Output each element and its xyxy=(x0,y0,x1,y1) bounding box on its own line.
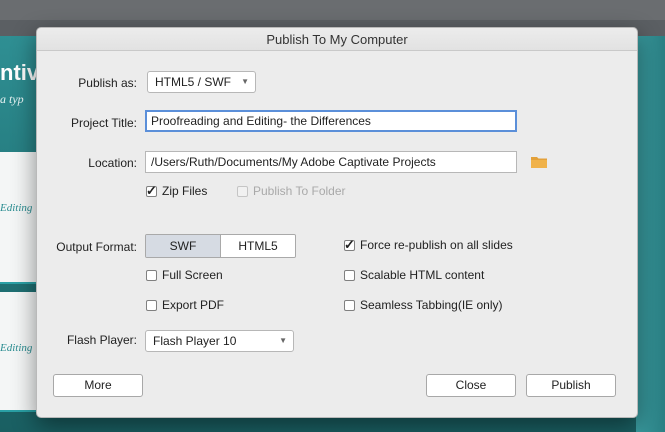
flash-player-label: Flash Player: xyxy=(66,333,137,347)
background-thumbnail-caption: Editing xyxy=(0,202,33,214)
checkbox-box xyxy=(237,186,248,197)
output-format-toggle: SWF HTML5 xyxy=(145,234,296,258)
background-right-panel xyxy=(636,36,665,432)
background-slide-title: ntiv xyxy=(0,60,40,85)
project-title-field[interactable]: Proofreading and Editing- the Difference… xyxy=(145,110,517,132)
publish-as-label: Publish as: xyxy=(78,76,137,90)
force-republish-checkbox[interactable]: ✓ Force re-publish on all slides xyxy=(344,237,513,254)
checkmark-icon: ✓ xyxy=(146,183,157,198)
project-title-label: Project Title: xyxy=(70,116,137,130)
background-slide-thumbnail[interactable]: Editing xyxy=(0,152,38,284)
location-field[interactable]: /Users/Ruth/Documents/My Adobe Captivate… xyxy=(145,151,517,173)
zip-files-label: Zip Files xyxy=(162,184,208,198)
flash-player-value: Flash Player 10 xyxy=(153,334,237,348)
export-pdf-checkbox[interactable]: Export PDF xyxy=(146,298,224,314)
publish-as-value: HTML5 / SWF xyxy=(155,75,232,89)
full-screen-checkbox[interactable]: Full Screen xyxy=(146,268,223,284)
checkbox-box xyxy=(146,300,157,311)
dialog-title: Publish To My Computer xyxy=(37,28,637,51)
background-titlebar xyxy=(0,0,665,20)
seamless-tabbing-label: Seamless Tabbing(IE only) xyxy=(360,298,503,312)
checkbox-box xyxy=(146,270,157,281)
publish-button[interactable]: Publish xyxy=(526,374,616,397)
export-pdf-label: Export PDF xyxy=(162,298,225,312)
location-label: Location: xyxy=(88,156,137,170)
flash-player-select[interactable]: Flash Player 10 ▼ xyxy=(145,330,294,352)
zip-files-checkbox[interactable]: ✓ Zip Files xyxy=(146,183,208,200)
seamless-tabbing-checkbox[interactable]: Seamless Tabbing(IE only) xyxy=(344,298,503,314)
checkbox-box xyxy=(344,270,355,281)
checkbox-box: ✓ xyxy=(344,237,355,252)
checkmark-icon: ✓ xyxy=(344,237,355,252)
background-thumbnail-caption: Editing xyxy=(0,342,33,354)
force-republish-label: Force re-publish on all slides xyxy=(360,238,513,252)
checkbox-box: ✓ xyxy=(146,183,157,198)
full-screen-label: Full Screen xyxy=(162,268,223,282)
output-format-label: Output Format: xyxy=(56,240,137,254)
publish-to-folder-label: Publish To Folder xyxy=(253,184,346,198)
output-format-html5[interactable]: HTML5 xyxy=(221,235,295,257)
scalable-html-label: Scalable HTML content xyxy=(360,268,485,282)
output-format-swf[interactable]: SWF xyxy=(146,235,221,257)
publish-as-select[interactable]: HTML5 / SWF ▼ xyxy=(147,71,256,93)
chevron-down-icon: ▼ xyxy=(241,77,249,86)
close-button[interactable]: Close xyxy=(426,374,516,397)
folder-icon[interactable] xyxy=(531,156,547,168)
checkbox-box xyxy=(344,300,355,311)
chevron-down-icon: ▼ xyxy=(279,336,287,345)
scalable-html-checkbox[interactable]: Scalable HTML content xyxy=(344,268,484,284)
publish-dialog: Publish To My Computer Publish as: HTML5… xyxy=(36,27,638,418)
more-button[interactable]: More xyxy=(53,374,143,397)
background-slide-thumbnail[interactable]: Editing xyxy=(0,292,38,412)
background-slide-subtitle: a typ xyxy=(0,92,24,106)
publish-to-folder-checkbox[interactable]: Publish To Folder xyxy=(237,184,346,200)
